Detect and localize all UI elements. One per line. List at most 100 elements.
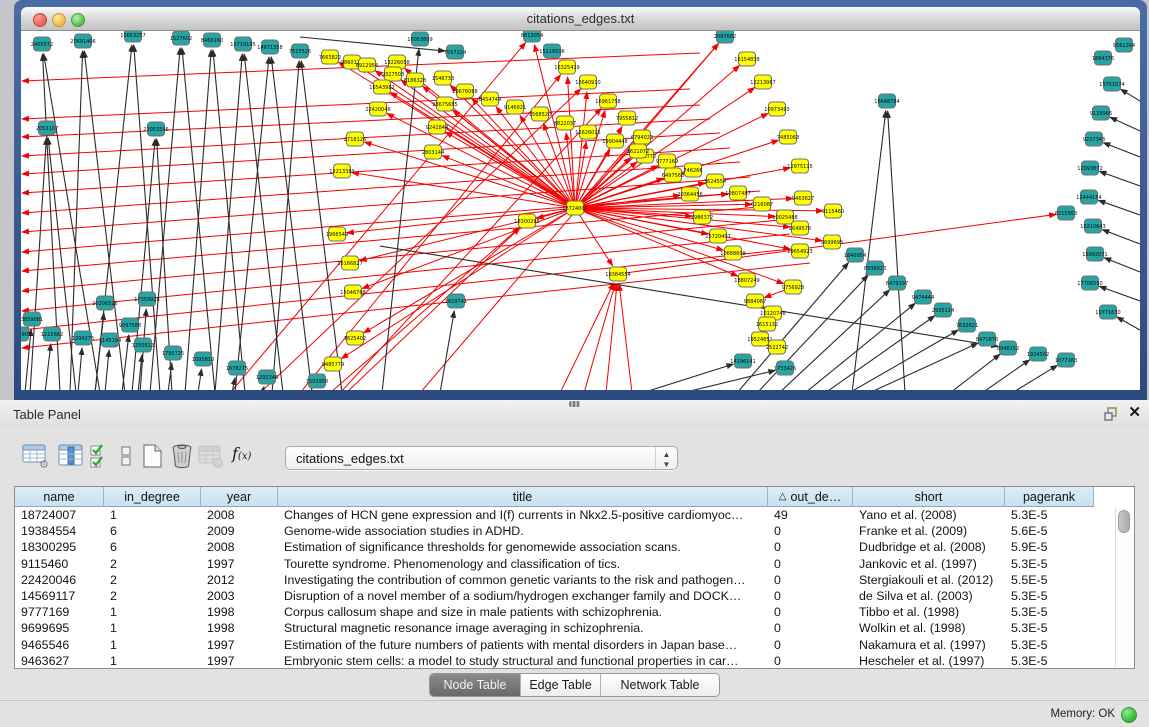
graph-node-8938923[interactable]: 8938923 bbox=[864, 261, 886, 275]
function-builder-icon[interactable]: f(x) bbox=[232, 444, 251, 463]
table-cell[interactable]: 5.3E-5 bbox=[1005, 653, 1094, 669]
graph-node-7515526[interactable]: 7515526 bbox=[289, 44, 311, 58]
table-cell[interactable]: 2 bbox=[104, 572, 201, 588]
table-cell[interactable]: Changes of HCN gene expression and I(f) … bbox=[278, 507, 768, 523]
table-cell[interactable]: 0 bbox=[768, 604, 853, 620]
table-cell[interactable]: 49 bbox=[768, 507, 853, 523]
graph-node-8215953[interactable]: 8215953 bbox=[1055, 206, 1077, 220]
graph-node-9474444[interactable]: 9474444 bbox=[912, 290, 934, 304]
graph-node-8454749[interactable]: 8454749 bbox=[479, 92, 501, 106]
table-cell[interactable]: 2008 bbox=[201, 507, 278, 523]
graph-node-1840954[interactable]: 1840954 bbox=[844, 248, 866, 262]
table-cell[interactable]: Tourette syndrome. Phenomenology and cla… bbox=[278, 556, 768, 572]
graph-node-1615132[interactable]: 1615132 bbox=[756, 317, 778, 331]
table-cell[interactable]: 2012 bbox=[201, 572, 278, 588]
table-cell[interactable]: Corpus callosum shape and size in male p… bbox=[278, 604, 768, 620]
graph-node-9115460[interactable]: 9115460 bbox=[822, 204, 844, 218]
graph-node-15992071[interactable]: 15992071 bbox=[1082, 247, 1107, 261]
graph-node-9561394[interactable]: 9561394 bbox=[1113, 38, 1135, 52]
graph-node-12444154[interactable]: 12444154 bbox=[1076, 190, 1101, 204]
table-cell[interactable]: 5.3E-5 bbox=[1005, 637, 1094, 653]
table-row[interactable]: 1456911722003Disruption of a novel membe… bbox=[15, 588, 1094, 604]
graph-node-2649576[interactable]: 2649576 bbox=[789, 221, 811, 235]
graph-node-1733426[interactable]: 1733426 bbox=[774, 361, 796, 375]
table-cell[interactable]: Estimation of significance thresholds fo… bbox=[278, 539, 768, 555]
network-canvas[interactable]: 2405572206914061065325715276028466160107… bbox=[21, 31, 1140, 390]
graph-node-15218506[interactable]: 15218506 bbox=[539, 44, 564, 58]
network-window-titlebar[interactable]: citations_edges.txt bbox=[21, 7, 1140, 31]
select-rows-icon[interactable] bbox=[90, 443, 110, 474]
graph-node-8471876[interactable]: 8471876 bbox=[976, 332, 998, 346]
table-cell[interactable]: 5.5E-5 bbox=[1005, 572, 1094, 588]
table-cell[interactable]: 5.3E-5 bbox=[1005, 507, 1094, 523]
graph-node-1924502[interactable]: 1924502 bbox=[1027, 347, 1049, 361]
node-table[interactable]: namein_degreeyeartitle△out_de…shortpager… bbox=[14, 486, 1135, 669]
table-cell[interactable]: 5.6E-5 bbox=[1005, 523, 1094, 539]
graph-node-10653257[interactable]: 10653257 bbox=[120, 31, 145, 42]
table-cell[interactable]: Genome-wide association studies in ADHD. bbox=[278, 523, 768, 539]
graph-node-1795725[interactable]: 1795725 bbox=[162, 346, 184, 360]
column-header-title[interactable]: title bbox=[278, 487, 768, 507]
graph-node-2522742[interactable]: 2522742 bbox=[766, 340, 788, 354]
table-cell[interactable]: 0 bbox=[768, 653, 853, 669]
column-header-short[interactable]: short bbox=[853, 487, 1005, 507]
table-cell[interactable]: 2009 bbox=[201, 523, 278, 539]
vertical-scrollbar[interactable] bbox=[1115, 508, 1131, 667]
table-selector-dropdown[interactable]: citations_edges.txt ▲▼ bbox=[285, 446, 678, 470]
graph-node-18807249[interactable]: 18807249 bbox=[734, 273, 759, 287]
graph-node-10719195[interactable]: 10719195 bbox=[230, 37, 255, 51]
graph-node-1619741[interactable]: 1619741 bbox=[445, 294, 467, 308]
table-cell[interactable]: 0 bbox=[768, 588, 853, 604]
table-cell[interactable]: 0 bbox=[768, 539, 853, 555]
column-header-name[interactable]: name bbox=[15, 487, 104, 507]
table-cell[interactable]: 1 bbox=[104, 507, 201, 523]
table-cell[interactable]: 1997 bbox=[201, 653, 278, 669]
graph-node-1095810[interactable]: 1095810 bbox=[192, 352, 214, 366]
graph-node-8912954[interactable]: 8912954 bbox=[356, 58, 378, 72]
graph-node-7485063[interactable]: 7485063 bbox=[777, 130, 799, 144]
graph-node-1527602[interactable]: 1527602 bbox=[170, 31, 192, 45]
table-row[interactable]: 977716911998Corpus callosum shape and si… bbox=[15, 604, 1094, 620]
table-row[interactable]: 946554611997Estimation of the future num… bbox=[15, 637, 1094, 653]
graph-node-16053809[interactable]: 16053809 bbox=[407, 32, 432, 46]
table-cell[interactable]: 18724007 bbox=[15, 507, 104, 523]
table-cell[interactable]: 1998 bbox=[201, 620, 278, 636]
table-cell[interactable]: 2 bbox=[104, 556, 201, 572]
graph-node-16325419[interactable]: 16325419 bbox=[554, 60, 579, 74]
graph-node-9146821[interactable]: 9146821 bbox=[504, 100, 526, 114]
graph-node-14671358[interactable]: 14671358 bbox=[257, 40, 282, 54]
column-header-year[interactable]: year bbox=[201, 487, 278, 507]
graph-node-7955812[interactable]: 7955812 bbox=[616, 111, 638, 125]
graph-node-1250513[interactable]: 1250513 bbox=[132, 338, 154, 352]
table-cell[interactable]: 18300295 bbox=[15, 539, 104, 555]
graph-node-29676068[interactable]: 29676068 bbox=[452, 84, 477, 98]
table-cell[interactable]: Jankovic et al. (1997) bbox=[853, 556, 1005, 572]
graph-node-7663822[interactable]: 7663822 bbox=[319, 50, 341, 64]
graph-node-16648784[interactable]: 16648784 bbox=[874, 94, 899, 108]
graph-node-12093872[interactable]: 12093872 bbox=[1077, 161, 1102, 175]
show-columns-icon[interactable] bbox=[58, 443, 84, 474]
table-cell[interactable]: Estimation of the future numbers of pati… bbox=[278, 637, 768, 653]
row-height-icon[interactable] bbox=[120, 443, 132, 474]
table-panel-header[interactable]: Table Panel ✕ bbox=[0, 400, 1149, 428]
table-cell[interactable]: 1 bbox=[104, 653, 201, 669]
graph-node-1145194[interactable]: 1145194 bbox=[99, 333, 121, 347]
graph-node-17359928[interactable]: 17359928 bbox=[134, 292, 159, 306]
graph-node-1966549[interactable]: 1966549 bbox=[326, 227, 348, 241]
graph-node-8186328[interactable]: 8186328 bbox=[404, 73, 426, 87]
graph-node-20691406[interactable]: 20691406 bbox=[70, 34, 95, 48]
graph-node-1678275[interactable]: 1678275 bbox=[226, 361, 248, 375]
panel-splitter-handle[interactable] bbox=[569, 401, 580, 407]
graph-node-19384554[interactable]: 19384554 bbox=[605, 267, 630, 281]
graph-node-1546733[interactable]: 1546733 bbox=[432, 71, 454, 85]
tab-network-table[interactable]: Network Table bbox=[601, 674, 719, 696]
graph-node-9884067[interactable]: 9884067 bbox=[744, 294, 766, 308]
graph-node-16210643[interactable]: 16210643 bbox=[1080, 219, 1105, 233]
graph-node-12213383[interactable]: 12213383 bbox=[329, 164, 354, 178]
table-cell[interactable]: Stergiakouli et al. (2012) bbox=[853, 572, 1005, 588]
graph-node-20364456[interactable]: 20364456 bbox=[677, 187, 702, 201]
scrollbar-thumb[interactable] bbox=[1118, 510, 1130, 533]
graph-node-16154838[interactable]: 16154838 bbox=[734, 52, 759, 66]
table-cell[interactable]: 6 bbox=[104, 539, 201, 555]
graph-node-6479197[interactable]: 6479197 bbox=[886, 276, 908, 290]
